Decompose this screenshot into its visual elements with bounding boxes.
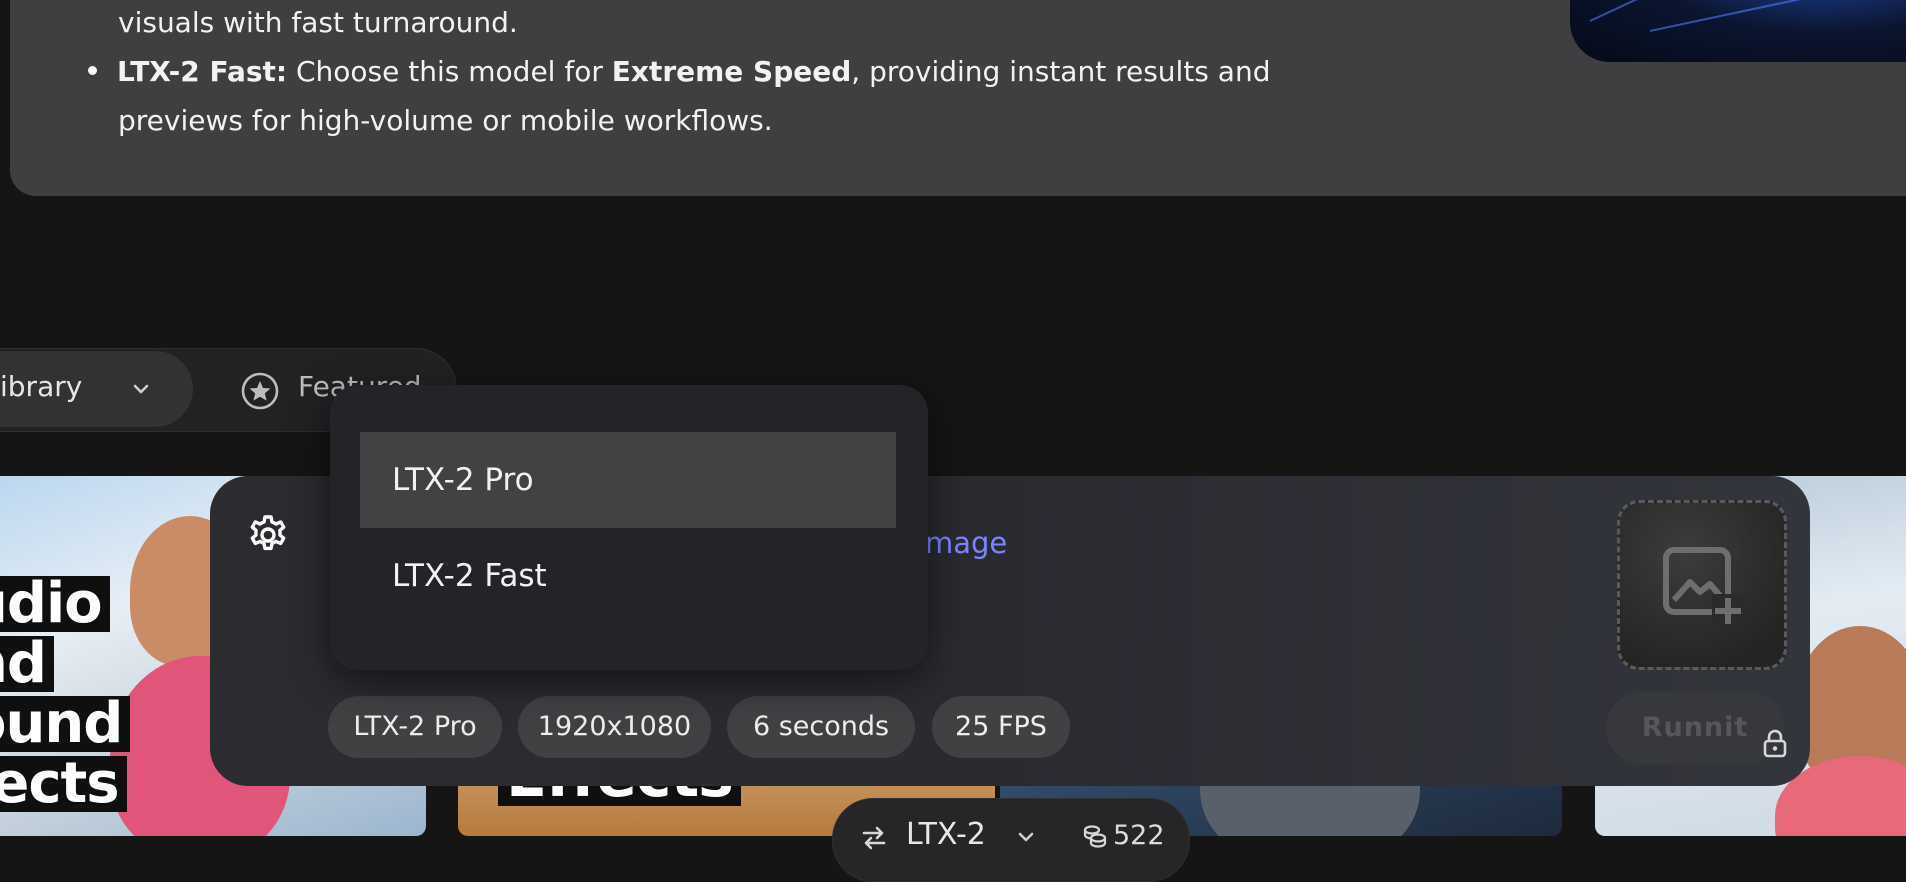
swap-arrows-icon xyxy=(862,826,886,850)
add-image-link[interactable]: mage xyxy=(925,526,1007,560)
current-model-label[interactable]: LTX-2 xyxy=(906,817,986,852)
model-chip[interactable]: LTX-2 Pro xyxy=(328,696,502,758)
coins-icon xyxy=(1083,825,1107,848)
bullet-title: LTX-2 Fast: xyxy=(117,55,288,88)
fps-chip[interactable]: 25 FPS xyxy=(932,696,1070,758)
lock-icon xyxy=(1763,729,1787,758)
bullet-text-pre: Choose this model for xyxy=(287,55,612,88)
add-image-icon xyxy=(1663,547,1744,626)
resolution-chip[interactable]: 1920x1080 xyxy=(518,696,711,758)
thumbnail-title: udio nd ound fects xyxy=(0,576,131,816)
description-line: visuals with fast turnaround. xyxy=(118,6,518,39)
duration-chip[interactable]: 6 seconds xyxy=(727,696,915,758)
bullet-strong: Extreme Speed xyxy=(611,55,852,88)
credits-balance: 522 xyxy=(1113,820,1165,851)
bullet-dot xyxy=(88,65,97,75)
dropdown-option-ltx2-fast[interactable]: LTX-2 Fast xyxy=(360,528,896,624)
chevron-down-icon[interactable] xyxy=(130,378,152,400)
description-line-2: previews for high-volume or mobile workf… xyxy=(118,104,773,137)
bullet-ltx-fast: LTX-2 Fast: Choose this model for Extrem… xyxy=(88,47,1270,96)
featured-star-icon[interactable] xyxy=(240,371,280,411)
dropdown-option-ltx2-pro[interactable]: LTX-2 Pro xyxy=(360,432,896,528)
chevron-down-icon[interactable] xyxy=(1015,826,1037,848)
gear-icon[interactable] xyxy=(247,514,289,556)
runnit-button[interactable]: Runnit xyxy=(1606,692,1784,764)
library-label: ibrary xyxy=(0,370,83,403)
bullet-text-post: , providing instant results and xyxy=(851,55,1271,88)
preview-image-corner xyxy=(1570,0,1906,62)
